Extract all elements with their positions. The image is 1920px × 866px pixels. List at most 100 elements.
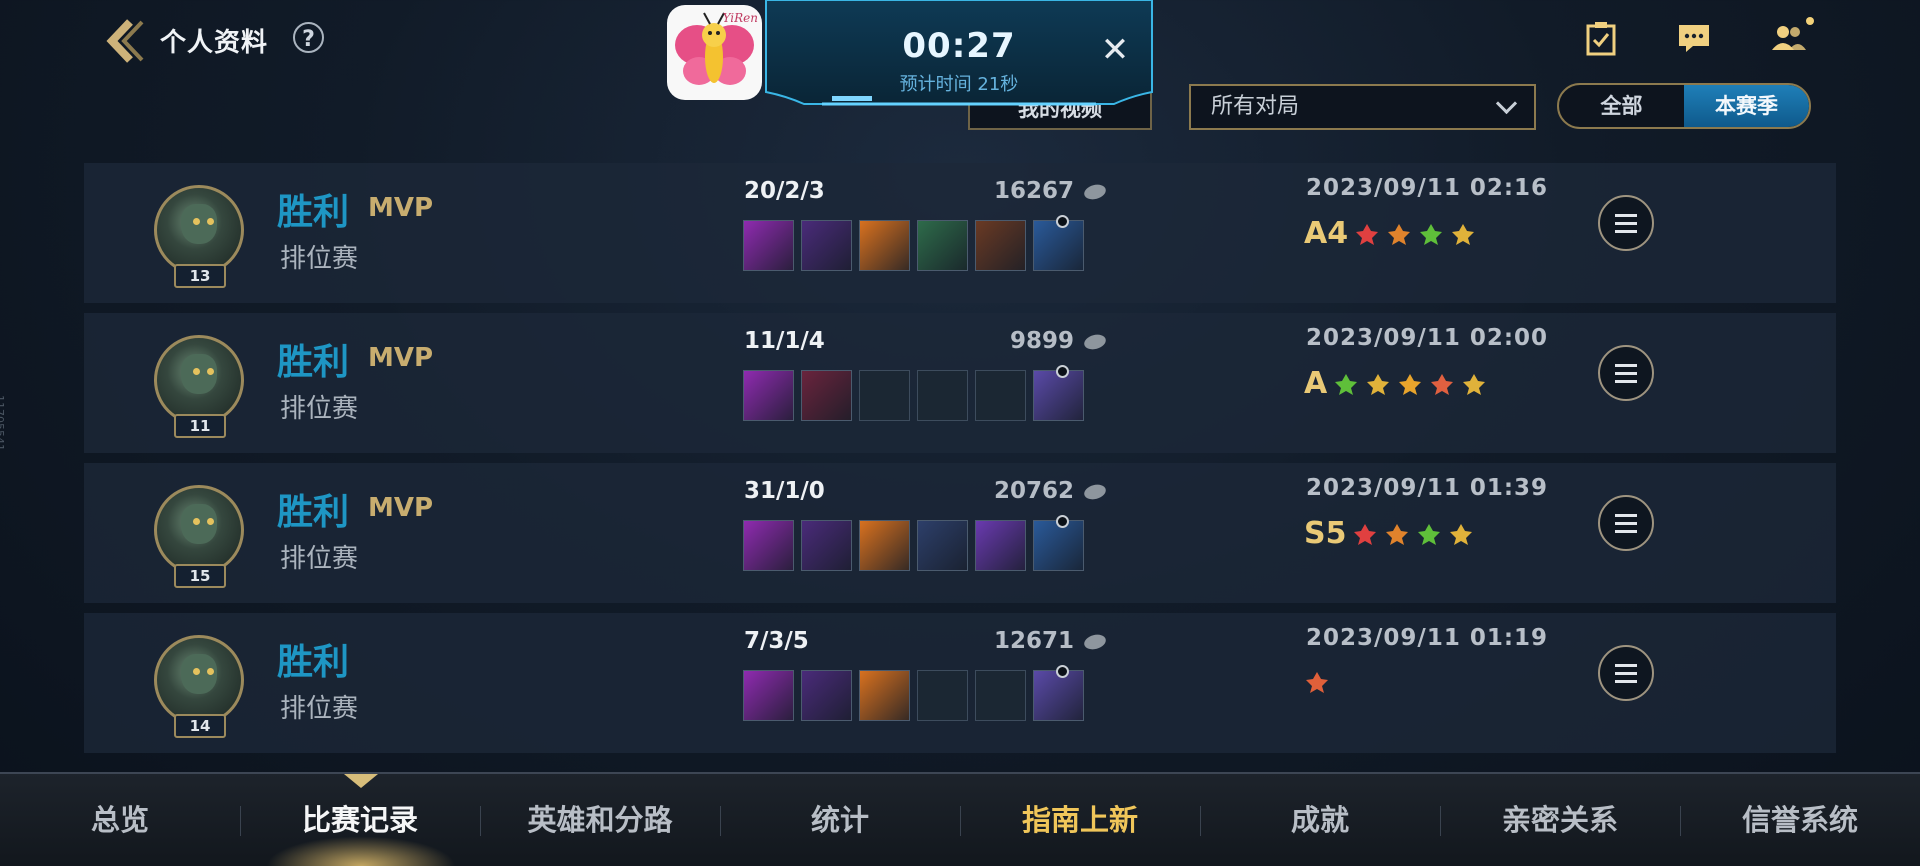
tab-overview[interactable]: 总览 bbox=[0, 774, 240, 866]
tab-relationships[interactable]: 亲密关系 bbox=[1440, 774, 1680, 866]
gold-earned: 9899 bbox=[1009, 328, 1074, 354]
item-icon bbox=[1033, 215, 1084, 271]
page-title: 个人资料 bbox=[160, 28, 269, 58]
match-row[interactable]: 13 胜利 MVP 排位赛 20/2/3 16267 2023/09/11 02:16 A4 bbox=[84, 163, 1836, 303]
champion-eye bbox=[193, 668, 200, 675]
kda-score: 11/1/4 bbox=[744, 328, 825, 354]
kda-score: 20/2/3 bbox=[744, 178, 825, 204]
match-row[interactable]: 15 胜利 MVP 排位赛 31/1/0 20762 2023/09/11 01:39 S5 bbox=[84, 463, 1836, 603]
item-icon bbox=[743, 670, 794, 721]
item-icon bbox=[1033, 515, 1084, 571]
item-slots bbox=[743, 365, 1084, 421]
match-grade: S5 bbox=[1304, 516, 1347, 551]
gold-earned: 20762 bbox=[993, 478, 1074, 504]
item-icon bbox=[1033, 665, 1084, 721]
list-line bbox=[1615, 364, 1637, 367]
match-mode: 排位赛 bbox=[280, 694, 359, 724]
champion-avatar bbox=[154, 335, 244, 425]
item-icon bbox=[917, 220, 968, 271]
kda-score: 31/1/0 bbox=[744, 478, 825, 504]
empty-item-slot bbox=[859, 370, 910, 421]
tab-achievements[interactable]: 成就 bbox=[1200, 774, 1440, 866]
gold-earned: 12671 bbox=[993, 628, 1074, 654]
match-filter-value: 所有对局 bbox=[1211, 94, 1300, 119]
champion-eye bbox=[193, 218, 200, 225]
tab-honor-system[interactable]: 信誉系统 bbox=[1680, 774, 1920, 866]
tab-match-history[interactable]: 比赛记录 bbox=[240, 774, 480, 866]
item-icon bbox=[743, 520, 794, 571]
champion-avatar bbox=[154, 485, 244, 575]
match-badges bbox=[1304, 669, 1330, 695]
item-icon bbox=[859, 670, 910, 721]
gold-icon bbox=[1082, 482, 1108, 502]
champion-level: 11 bbox=[174, 414, 226, 438]
app-icon[interactable]: YiRen bbox=[667, 5, 762, 100]
achievement-badge-icon bbox=[1354, 221, 1380, 247]
chat-icon[interactable] bbox=[1676, 20, 1712, 56]
champion-avatar bbox=[154, 185, 244, 275]
achievement-badge-icon bbox=[1352, 521, 1378, 547]
match-badges: A bbox=[1304, 369, 1487, 399]
item-icon bbox=[743, 220, 794, 271]
list-line bbox=[1615, 664, 1637, 667]
match-details-button[interactable] bbox=[1598, 495, 1654, 551]
match-mode: 排位赛 bbox=[280, 394, 359, 424]
gold-icon bbox=[1082, 182, 1108, 202]
match-result: 胜利 bbox=[277, 492, 350, 533]
tab-stats[interactable]: 统计 bbox=[720, 774, 960, 866]
season-toggle[interactable]: 全部 本赛季 bbox=[1557, 83, 1811, 129]
match-row[interactable]: 14 胜利 排位赛 7/3/5 12671 2023/09/11 01:19 bbox=[84, 613, 1836, 753]
list-line bbox=[1615, 514, 1637, 517]
version-watermark: 11705541 bbox=[0, 395, 6, 451]
list-line bbox=[1615, 680, 1637, 683]
champion-eye bbox=[193, 518, 200, 525]
bottom-tab-bar: 总览 比赛记录 英雄和分路 统计 指南上新 成就 亲密关系 信誉系统 bbox=[0, 772, 1920, 866]
achievement-badge-icon bbox=[1384, 521, 1410, 547]
item-icon bbox=[975, 220, 1026, 271]
tab-guides[interactable]: 指南上新 bbox=[960, 774, 1200, 866]
achievement-badge-icon bbox=[1386, 221, 1412, 247]
champion-eye bbox=[207, 368, 214, 375]
match-grade: A bbox=[1304, 366, 1328, 401]
toggle-all[interactable]: 全部 bbox=[1559, 85, 1684, 127]
champion-level: 13 bbox=[174, 264, 226, 288]
item-icon bbox=[801, 220, 852, 271]
chevron-down-icon bbox=[1495, 92, 1518, 115]
empty-item-slot bbox=[917, 670, 968, 721]
match-filter-select[interactable]: 所有对局 bbox=[1189, 84, 1536, 130]
item-icon bbox=[1033, 365, 1084, 421]
achievement-badge-icon bbox=[1365, 371, 1391, 397]
mvp-badge: MVP bbox=[368, 493, 434, 523]
item-icon bbox=[801, 370, 852, 421]
match-mode: 排位赛 bbox=[280, 244, 359, 274]
match-details-button[interactable] bbox=[1598, 645, 1654, 701]
friends-icon[interactable] bbox=[1769, 20, 1806, 56]
missions-icon[interactable] bbox=[1583, 20, 1619, 56]
match-date: 2023/09/11 01:19 bbox=[1306, 625, 1549, 651]
list-line bbox=[1615, 230, 1637, 233]
item-icon bbox=[917, 520, 968, 571]
item-icon bbox=[859, 220, 910, 271]
list-line bbox=[1615, 380, 1637, 383]
item-icon bbox=[859, 520, 910, 571]
item-icon bbox=[801, 520, 852, 571]
match-details-button[interactable] bbox=[1598, 195, 1654, 251]
achievement-badge-icon bbox=[1448, 521, 1474, 547]
champion-eye bbox=[193, 368, 200, 375]
achievement-badge-icon bbox=[1450, 221, 1476, 247]
cancel-queue-button[interactable]: ✕ bbox=[1097, 32, 1133, 68]
mvp-badge: MVP bbox=[368, 193, 434, 223]
champion-eye bbox=[207, 218, 214, 225]
champion-avatar bbox=[154, 635, 244, 725]
back-icon[interactable] bbox=[100, 18, 148, 64]
trinket-marker bbox=[1056, 215, 1069, 228]
match-details-button[interactable] bbox=[1598, 345, 1654, 401]
mvp-badge: MVP bbox=[368, 343, 434, 373]
achievement-badge-icon bbox=[1461, 371, 1487, 397]
toggle-current-season[interactable]: 本赛季 bbox=[1684, 85, 1809, 127]
trinket-marker bbox=[1056, 665, 1069, 678]
match-grade: A4 bbox=[1304, 216, 1349, 251]
help-button[interactable]: ? bbox=[293, 22, 324, 53]
tab-champions-roles[interactable]: 英雄和分路 bbox=[480, 774, 720, 866]
match-row[interactable]: 11 胜利 MVP 排位赛 11/1/4 9899 2023/09/11 02:00 A bbox=[84, 313, 1836, 453]
